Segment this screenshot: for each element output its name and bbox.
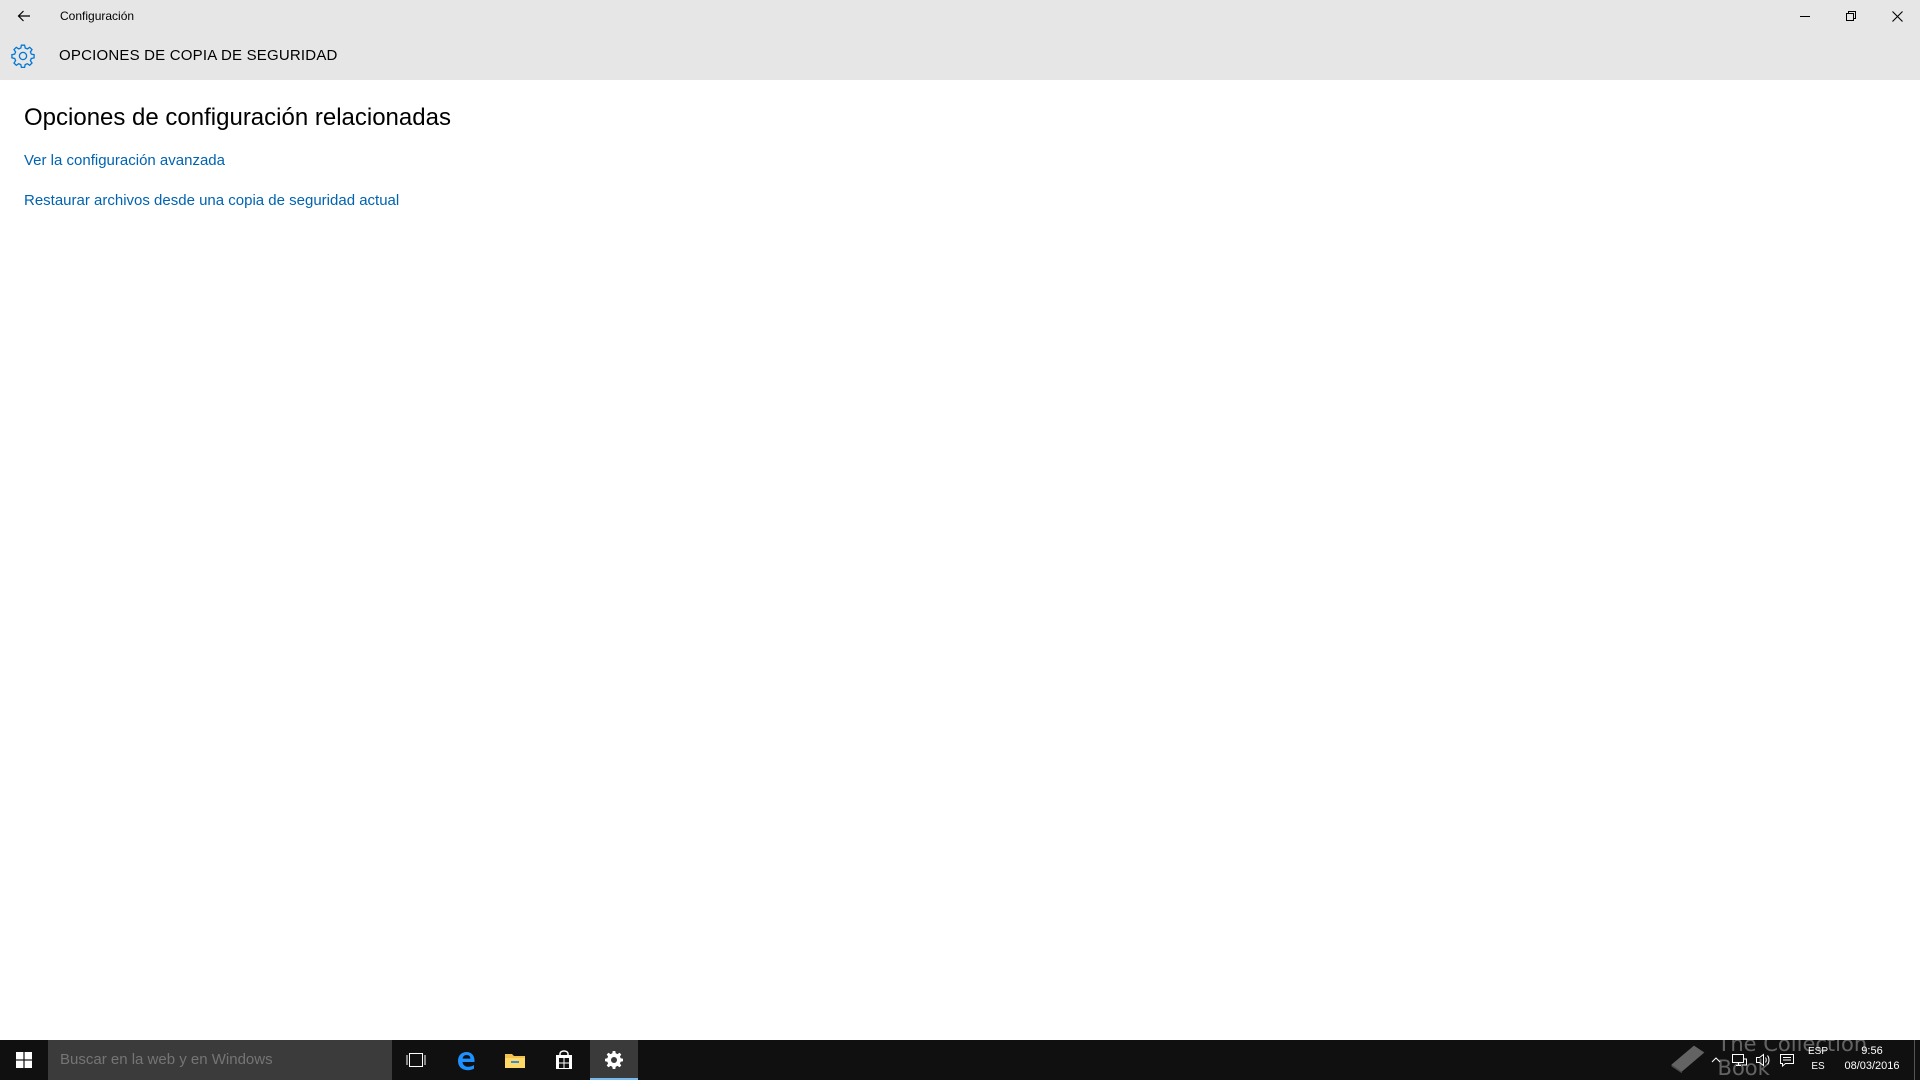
arrow-left-icon	[17, 10, 30, 22]
section-heading: Opciones de configuración relacionadas	[24, 104, 451, 131]
action-center-button[interactable]	[1776, 1040, 1798, 1080]
restore-button[interactable]	[1828, 0, 1874, 32]
network-icon	[1732, 1054, 1747, 1066]
input-language-indicator[interactable]: ESP ES	[1800, 1044, 1836, 1076]
file-explorer-button[interactable]	[491, 1040, 539, 1080]
page-header: OPCIONES DE COPIA DE SEGURIDAD	[0, 32, 1920, 80]
store-button[interactable]	[540, 1040, 588, 1080]
minimize-button[interactable]	[1782, 0, 1828, 32]
message-icon	[1780, 1054, 1794, 1067]
minimize-icon	[1800, 16, 1810, 17]
taskbar-search-input[interactable]	[48, 1040, 392, 1080]
content-area: Opciones de configuración relacionadas V…	[0, 80, 1920, 1040]
taskbar: ESP ES 9:56 08/03/2016	[0, 1040, 1920, 1080]
edge-button[interactable]	[442, 1040, 490, 1080]
windows-logo-icon	[16, 1052, 32, 1068]
advanced-settings-link[interactable]: Ver la configuración avanzada	[24, 152, 225, 169]
clock-date: 08/03/2016	[1844, 1060, 1900, 1072]
settings-window: Configuración OPCIONES DE COPIA DE SEGUR…	[0, 0, 1920, 1080]
volume-tray-button[interactable]	[1752, 1040, 1774, 1080]
chevron-up-icon	[1711, 1057, 1721, 1063]
tray-overflow-button[interactable]	[1706, 1040, 1726, 1080]
start-button[interactable]	[0, 1040, 48, 1080]
file-explorer-icon	[505, 1054, 525, 1068]
volume-icon	[1756, 1053, 1770, 1067]
task-view-button[interactable]	[392, 1040, 440, 1080]
edge-icon	[458, 1052, 475, 1071]
close-icon	[1891, 10, 1903, 22]
back-button[interactable]	[0, 0, 48, 32]
clock-time: 9:56	[1861, 1045, 1883, 1057]
page-title: OPCIONES DE COPIA DE SEGURIDAD	[59, 47, 338, 64]
show-desktop-button[interactable]	[1914, 1040, 1920, 1080]
task-view-icon	[406, 1053, 426, 1067]
language-code: ESP	[1807, 1046, 1828, 1057]
keyboard-layout: ES	[1811, 1061, 1825, 1072]
gear-icon	[11, 44, 35, 69]
network-tray-button[interactable]	[1728, 1040, 1750, 1080]
title-bar: Configuración	[0, 0, 1920, 32]
restore-files-link[interactable]: Restaurar archivos desde una copia de se…	[24, 192, 399, 209]
settings-taskbar-button[interactable]	[590, 1040, 638, 1080]
store-icon	[556, 1050, 572, 1069]
clock[interactable]: 9:56 08/03/2016	[1838, 1044, 1906, 1076]
settings-gear-icon	[605, 1051, 623, 1069]
window-title: Configuración	[60, 9, 135, 23]
close-button[interactable]	[1874, 0, 1920, 32]
restore-icon	[1846, 11, 1856, 21]
